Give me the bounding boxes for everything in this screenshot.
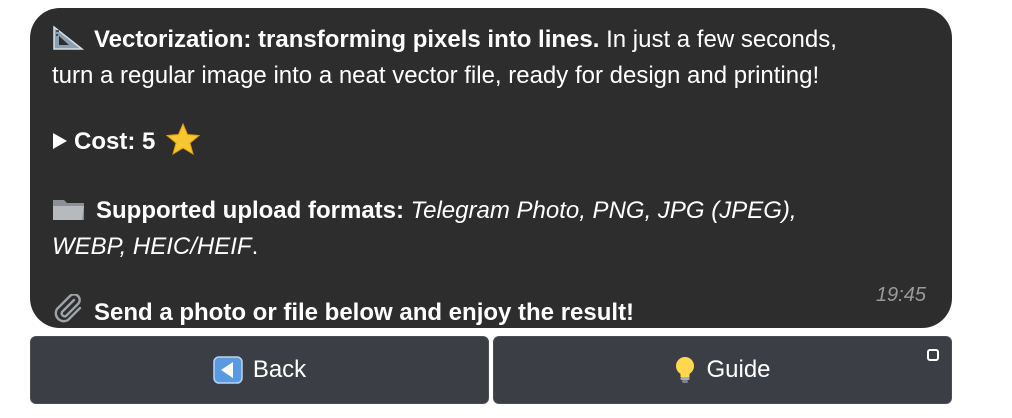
triangle-ruler-icon [52, 25, 85, 60]
paperclip-icon [52, 293, 84, 333]
back-button-label: Back [252, 356, 307, 383]
chat-view: Vectorization: transforming pixels into … [0, 0, 1012, 418]
message-line-1: Vectorization: transforming pixels into … [52, 24, 930, 60]
guide-button[interactable]: Guide [493, 336, 952, 404]
message-bubble: Vectorization: transforming pixels into … [30, 8, 952, 328]
message-timestamp: 19:45 [875, 284, 926, 306]
send-instruction: Send a photo or file below and enjoy the… [94, 299, 635, 326]
open-link-icon [927, 349, 939, 361]
star-icon [165, 122, 201, 164]
message-line-2: turn a regular image into a neat vector … [52, 62, 820, 89]
message-send-line: Send a photo or file below and enjoy the… [52, 293, 930, 333]
message-formats-line: Supported upload formats: Telegram Photo… [52, 195, 930, 231]
guide-button-label: Guide [706, 356, 771, 383]
formats-period: . [251, 233, 259, 260]
message-intro: In just a few seconds, [599, 26, 837, 53]
message-formats-line-2: WEBP, HEIC/HEIF. [52, 231, 930, 263]
back-button[interactable]: Back [30, 336, 489, 404]
play-arrow-icon [52, 127, 68, 159]
cost-label: Cost: 5 [74, 128, 156, 155]
back-arrow-icon [213, 356, 243, 384]
folder-icon [52, 196, 86, 231]
light-bulb-icon [674, 356, 696, 384]
message-cost-line: Cost: 5 [52, 122, 930, 164]
formats-list-2: WEBP, HEIC/HEIF [52, 233, 252, 260]
message-title: Vectorization: transforming pixels into … [94, 26, 600, 53]
formats-label: Supported upload formats: [96, 197, 404, 224]
formats-list-1: Telegram Photo, PNG, JPG (JPEG), [404, 197, 797, 224]
